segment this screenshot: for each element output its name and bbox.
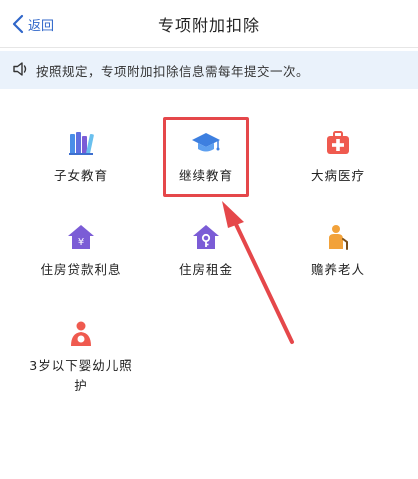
notice-text: 按照规定，专项附加扣除信息需每年提交一次。 — [36, 63, 310, 79]
item-serious-illness[interactable]: 大病医疗 — [288, 128, 388, 186]
item-child-education[interactable]: 子女教育 — [31, 128, 131, 186]
mother-baby-icon — [66, 318, 96, 348]
item-label: 3岁以下婴幼儿照护 — [29, 358, 133, 393]
house-key-icon — [191, 222, 221, 252]
house-yen-icon: ¥ — [66, 222, 96, 252]
item-elderly-support[interactable]: 赡养老人 — [288, 222, 388, 280]
item-housing-rent[interactable]: 住房租金 — [156, 222, 256, 280]
item-label: 赡养老人 — [310, 262, 365, 277]
notice-bar: 按照规定，专项附加扣除信息需每年提交一次。 — [0, 51, 418, 89]
item-label: 住房租金 — [178, 262, 233, 277]
item-label: 住房贷款利息 — [40, 262, 122, 277]
speaker-icon — [12, 61, 36, 80]
item-infant-care[interactable]: 3岁以下婴幼儿照护 — [24, 318, 138, 396]
medical-kit-icon — [323, 128, 353, 158]
page-title: 专项附加扣除 — [157, 16, 260, 35]
item-housing-loan-interest[interactable]: ¥ 住房贷款利息 — [31, 222, 131, 280]
svg-text:¥: ¥ — [78, 237, 84, 248]
books-icon — [66, 128, 96, 158]
screen: 返回 专项附加扣除 按照规定，专项附加扣除信息需每年提交一次。 子女教育 继续教… — [0, 0, 418, 479]
highlight-box — [163, 117, 249, 197]
nav-header: 返回 专项附加扣除 — [0, 0, 418, 48]
item-label: 大病医疗 — [310, 168, 365, 183]
item-label: 子女教育 — [53, 168, 108, 183]
elderly-person-icon — [323, 222, 353, 252]
